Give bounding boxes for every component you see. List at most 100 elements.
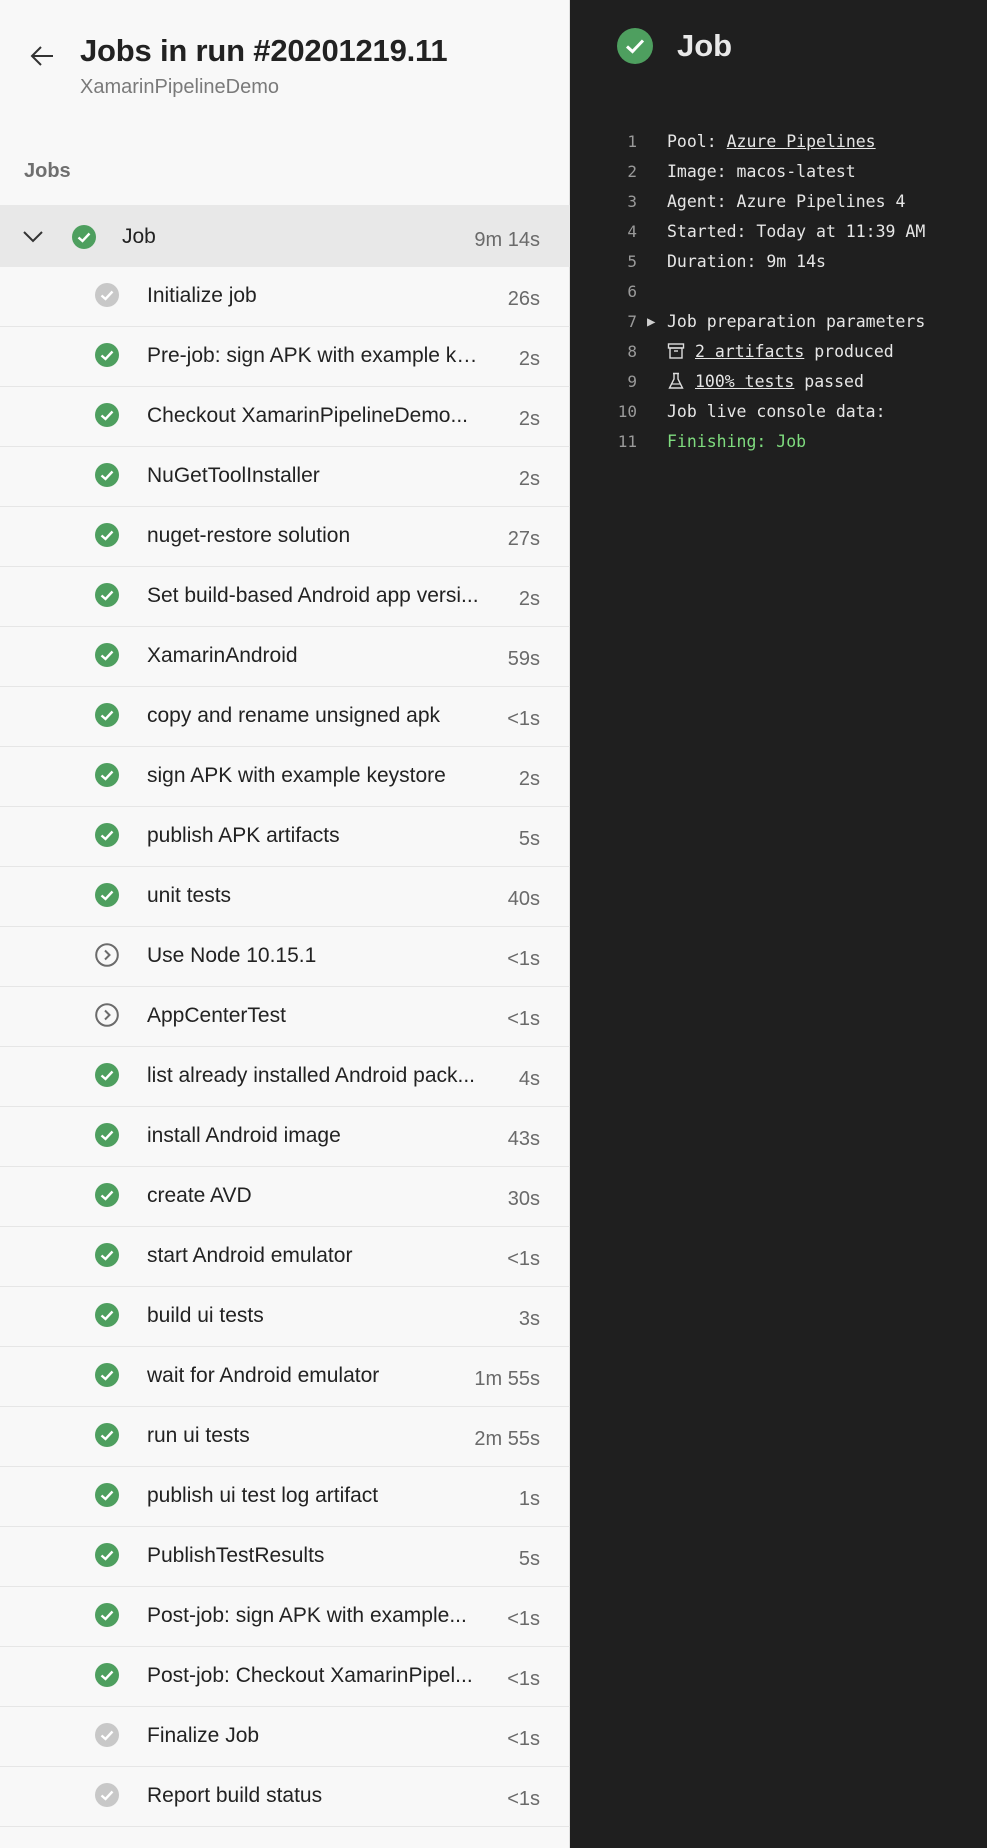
- step-row[interactable]: Use Node 10.15.1 <1s: [0, 927, 570, 987]
- step-row[interactable]: PublishTestResults 5s: [0, 1527, 570, 1587]
- step-row[interactable]: list already installed Android pack... 4s: [0, 1047, 570, 1107]
- check-circle-icon: [95, 1063, 119, 1087]
- tests-suffix: passed: [794, 372, 864, 391]
- page-title: Jobs in run #20201219.11: [80, 33, 448, 68]
- step-row[interactable]: Initialize job 26s: [0, 267, 570, 327]
- step-row[interactable]: Set build-based Android app versi... 2s: [0, 567, 570, 627]
- step-row[interactable]: Post-job: Checkout XamarinPipel... <1s: [0, 1647, 570, 1707]
- check-circle-icon: [95, 463, 119, 487]
- step-duration: 59s: [507, 648, 540, 670]
- check-circle-icon: [95, 643, 119, 667]
- check-circle-icon: [95, 403, 119, 427]
- step-duration: 4s: [518, 1068, 540, 1090]
- step-name: XamarinAndroid: [147, 644, 298, 667]
- line-number: 2: [627, 162, 637, 181]
- log-line: 3 Agent: Azure Pipelines 4: [571, 188, 987, 218]
- line-number: 3: [627, 192, 637, 211]
- step-name: Set build-based Android app versi...: [147, 584, 479, 607]
- check-circle-icon: [95, 583, 119, 607]
- step-name: Use Node 10.15.1: [147, 944, 317, 967]
- step-duration: <1s: [507, 1728, 540, 1750]
- check-circle-icon: [95, 1303, 119, 1327]
- job-row[interactable]: Job 9m 14s: [0, 205, 570, 267]
- step-row[interactable]: install Android image 43s: [0, 1107, 570, 1167]
- check-circle-icon: [95, 1603, 119, 1627]
- check-circle-grey-icon: [95, 1723, 119, 1747]
- step-duration: 43s: [507, 1128, 540, 1150]
- step-row[interactable]: Finalize Job <1s: [0, 1707, 570, 1767]
- pool-link[interactable]: Azure Pipelines: [727, 132, 876, 151]
- check-circle-icon: [95, 343, 119, 367]
- step-row[interactable]: nuget-restore solution 27s: [0, 507, 570, 567]
- step-duration: 2s: [518, 348, 540, 370]
- triangle-right-icon[interactable]: ▶: [647, 314, 655, 330]
- step-duration: <1s: [507, 708, 540, 730]
- step-list: Initialize job 26s Pre-job: sign APK with …: [0, 267, 570, 1827]
- step-row[interactable]: AppCenterTest <1s: [0, 987, 570, 1047]
- check-circle-grey-icon: [95, 283, 119, 307]
- chevron-down-icon[interactable]: [22, 225, 44, 247]
- console-text: Job live console data:: [667, 402, 886, 421]
- step-row[interactable]: publish ui test log artifact 1s: [0, 1467, 570, 1527]
- check-circle-icon: [95, 1363, 119, 1387]
- step-duration: <1s: [507, 1608, 540, 1630]
- check-circle-icon: [72, 225, 96, 249]
- artifacts-link[interactable]: 2 artifacts: [695, 342, 804, 361]
- step-row[interactable]: Checkout XamarinPipelineDemo... 2s: [0, 387, 570, 447]
- line-number: 1: [627, 132, 637, 151]
- step-duration: 40s: [507, 888, 540, 910]
- step-name: create AVD: [147, 1184, 252, 1207]
- check-circle-icon: [95, 703, 119, 727]
- step-row[interactable]: build ui tests 3s: [0, 1287, 570, 1347]
- step-name: sign APK with example keystore: [147, 764, 446, 787]
- archive-icon: [667, 343, 685, 359]
- step-duration: 2m 55s: [474, 1428, 540, 1450]
- job-name: Job: [122, 225, 156, 248]
- step-row[interactable]: NuGetToolInstaller 2s: [0, 447, 570, 507]
- skip-circle-icon: [95, 1003, 119, 1027]
- step-duration: 2s: [518, 768, 540, 790]
- step-row[interactable]: publish APK artifacts 5s: [0, 807, 570, 867]
- step-row[interactable]: Pre-job: sign APK with example ke... 2s: [0, 327, 570, 387]
- step-row[interactable]: unit tests 40s: [0, 867, 570, 927]
- step-duration: 30s: [507, 1188, 540, 1210]
- step-row[interactable]: XamarinAndroid 59s: [0, 627, 570, 687]
- tests-link[interactable]: 100% tests: [695, 372, 794, 391]
- step-duration: 5s: [518, 1548, 540, 1570]
- log-line: 2 Image: macos-latest: [571, 158, 987, 188]
- step-row[interactable]: start Android emulator <1s: [0, 1227, 570, 1287]
- step-name: AppCenterTest: [147, 1004, 286, 1027]
- line-number: 11: [617, 432, 637, 451]
- step-row[interactable]: sign APK with example keystore 2s: [0, 747, 570, 807]
- line-number: 9: [627, 372, 637, 391]
- check-circle-icon: [95, 523, 119, 547]
- prep-params-text[interactable]: Job preparation parameters: [667, 312, 925, 331]
- step-row[interactable]: wait for Android emulator 1m 55s: [0, 1347, 570, 1407]
- check-circle-icon: [95, 1423, 119, 1447]
- step-row[interactable]: run ui tests 2m 55s: [0, 1407, 570, 1467]
- step-name: list already installed Android pack...: [147, 1064, 476, 1087]
- step-row[interactable]: copy and rename unsigned apk <1s: [0, 687, 570, 747]
- duration-text: Duration: 9m 14s: [667, 252, 826, 271]
- check-circle-icon: [95, 1183, 119, 1207]
- check-circle-icon: [95, 763, 119, 787]
- step-name: Initialize job: [147, 284, 257, 307]
- step-name: publish ui test log artifact: [147, 1484, 379, 1507]
- step-row[interactable]: Post-job: sign APK with example... <1s: [0, 1587, 570, 1647]
- log-line[interactable]: 7 ▶ Job preparation parameters: [571, 308, 987, 338]
- line-number: 6: [627, 282, 637, 301]
- check-circle-icon: [95, 1663, 119, 1687]
- log-line: 5 Duration: 9m 14s: [571, 248, 987, 278]
- step-row[interactable]: Report build status <1s: [0, 1767, 570, 1827]
- finishing-text: Finishing: Job: [667, 432, 807, 451]
- step-name: nuget-restore solution: [147, 524, 351, 547]
- log-line: 4 Started: Today at 11:39 AM: [571, 218, 987, 248]
- step-name: copy and rename unsigned apk: [147, 704, 441, 727]
- step-duration: <1s: [507, 1248, 540, 1270]
- back-button[interactable]: [24, 38, 60, 74]
- step-row[interactable]: create AVD 30s: [0, 1167, 570, 1227]
- step-duration: 2s: [518, 588, 540, 610]
- step-duration: 1s: [518, 1488, 540, 1510]
- step-name: Finalize Job: [147, 1724, 260, 1747]
- step-name: NuGetToolInstaller: [147, 464, 320, 487]
